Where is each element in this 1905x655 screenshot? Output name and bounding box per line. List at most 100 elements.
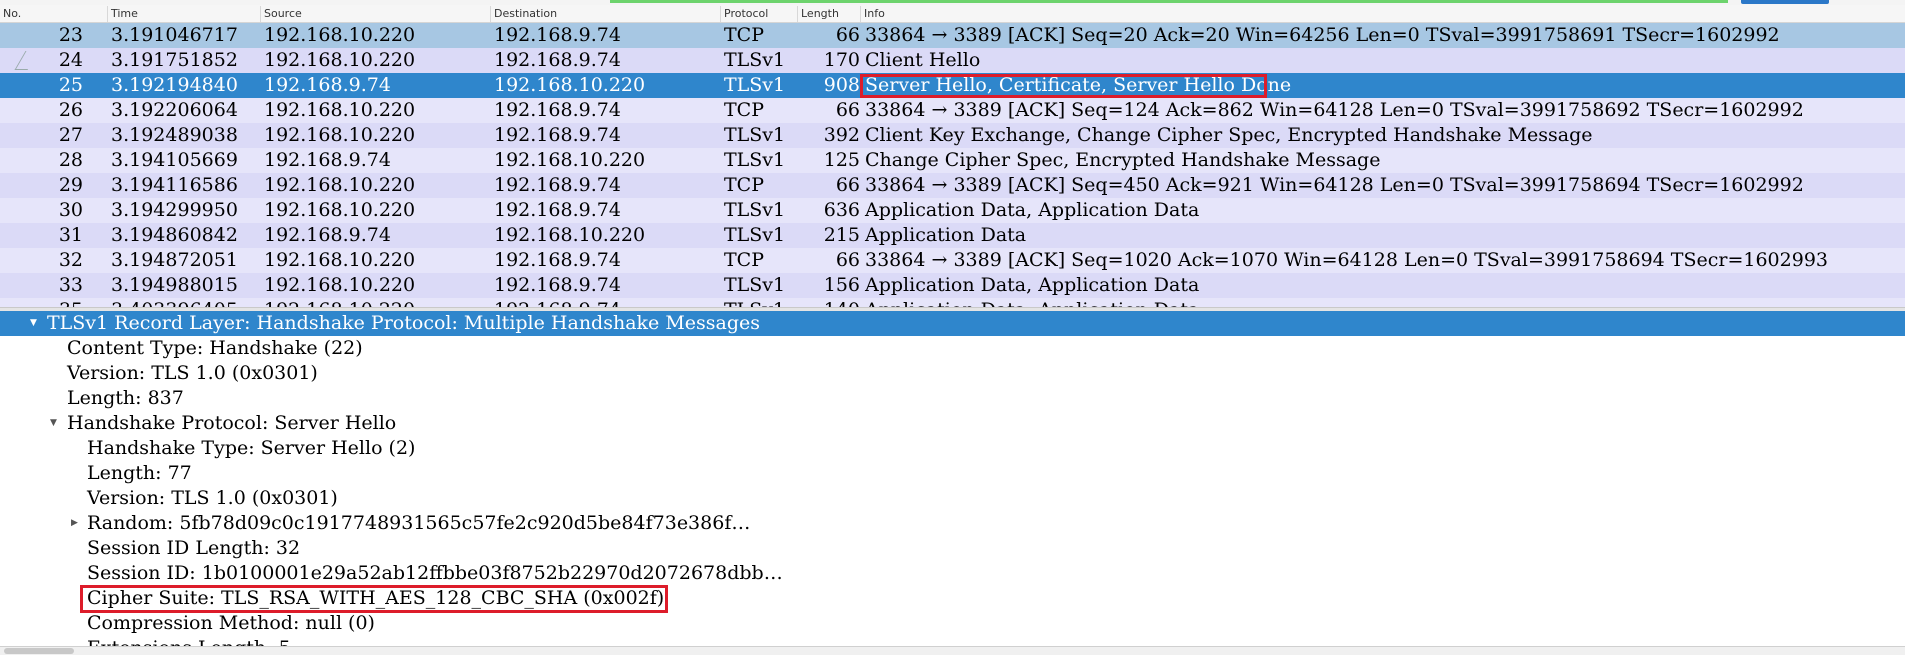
packet-length: 170 <box>823 49 860 71</box>
column-header-source[interactable]: Source <box>260 6 491 22</box>
tree-item-version[interactable]: Version: TLS 1.0 (0x0301) <box>67 361 318 386</box>
packet-destination: 192.168.9.74 <box>494 99 621 121</box>
chevron-right-icon[interactable]: ▶ <box>71 511 78 536</box>
packet-length: 66 <box>835 99 860 121</box>
packet-row[interactable]: 33 3.194988015 192.168.10.220 192.168.9.… <box>0 273 1905 298</box>
packet-info: 33864 → 3389 [ACK] Seq=124 Ack=862 Win=6… <box>865 99 1804 121</box>
packet-row[interactable]: 29 3.194116586 192.168.10.220 192.168.9.… <box>0 173 1905 198</box>
packet-no: 29 <box>58 174 83 196</box>
packet-source: 192.168.9.74 <box>264 149 391 171</box>
packet-row[interactable]: 30 3.194299950 192.168.10.220 192.168.9.… <box>0 198 1905 223</box>
packet-protocol: TLSv1 <box>724 298 785 307</box>
column-header-length[interactable]: Length <box>797 6 862 22</box>
column-header-destination[interactable]: Destination <box>490 6 721 22</box>
packet-time: 3.194116586 <box>111 174 238 196</box>
packet-destination: 192.168.10.220 <box>494 74 646 96</box>
column-header-protocol[interactable]: Protocol <box>720 6 799 22</box>
packet-no: 32 <box>58 249 83 271</box>
packet-row[interactable]: 26 3.192206064 192.168.10.220 192.168.9.… <box>0 98 1905 123</box>
packet-list-header: No. Time Source Destination Protocol Len… <box>0 5 1905 23</box>
packet-destination: 192.168.9.74 <box>494 199 621 221</box>
progress-indicator <box>610 0 1728 3</box>
tree-item-random[interactable]: ▶ Random: 5fb78d09c0c1917748931565c57fe2… <box>0 511 900 536</box>
packet-length: 66 <box>835 174 860 196</box>
packet-row[interactable]: 31 3.194860842 192.168.9.74 192.168.10.2… <box>0 223 1905 248</box>
packet-destination: 192.168.9.74 <box>494 174 621 196</box>
packet-destination: 192.168.9.74 <box>494 24 621 46</box>
packet-source: 192.168.10.220 <box>264 199 416 221</box>
packet-row[interactable]: 24 3.191751852 192.168.10.220 192.168.9.… <box>0 48 1905 73</box>
packet-source: 192.168.10.220 <box>264 24 416 46</box>
packet-time: 3.194860842 <box>111 224 238 246</box>
tree-item-label: TLSv1 Record Layer: Handshake Protocol: … <box>47 312 761 334</box>
packet-row[interactable]: 23 3.191046717 192.168.10.220 192.168.9.… <box>0 23 1905 48</box>
column-header-time[interactable]: Time <box>107 6 261 22</box>
packet-row[interactable]: 35 3.403396405 192.168.10.220 192.168.9.… <box>0 298 1905 307</box>
packet-destination: 192.168.9.74 <box>494 249 621 271</box>
packet-protocol: TLSv1 <box>724 49 786 71</box>
tree-item-content-type[interactable]: Content Type: Handshake (22) <box>67 336 363 361</box>
packet-info: Change Cipher Spec, Encrypted Handshake … <box>865 149 1381 171</box>
tree-item-handshake-type[interactable]: Handshake Type: Server Hello (2) <box>87 436 415 461</box>
packet-protocol: TLSv1 <box>724 224 786 246</box>
tree-item-label: Random: 5fb78d09c0c1917748931565c57fe2c9… <box>87 512 751 534</box>
packet-no: 27 <box>58 124 83 146</box>
tree-item-record-layer[interactable]: ▼ TLSv1 Record Layer: Handshake Protocol… <box>0 311 1905 336</box>
packet-protocol: TLSv1 <box>724 149 786 171</box>
packet-destination: 192.168.10.220 <box>494 224 646 246</box>
packet-protocol: TLSv1 <box>724 74 786 96</box>
packet-source: 192.168.10.220 <box>264 99 416 121</box>
packet-protocol: TCP <box>724 249 764 271</box>
column-header-info[interactable]: Info <box>860 6 1905 22</box>
packet-no: 24 <box>58 49 83 71</box>
packet-length: 66 <box>835 249 860 271</box>
chevron-down-icon[interactable]: ▼ <box>50 411 57 436</box>
packet-protocol: TLSv1 <box>724 274 786 296</box>
packet-no: 26 <box>58 99 83 121</box>
packet-time: 3.191751852 <box>111 49 238 71</box>
packet-row[interactable]: 27 3.192489038 192.168.10.220 192.168.9.… <box>0 123 1905 148</box>
packet-protocol: TCP <box>724 24 764 46</box>
scrollbar-thumb[interactable] <box>4 648 74 654</box>
packet-info: Application Data, Application Data <box>865 199 1200 221</box>
tree-item-session-id[interactable]: Session ID: 1b0100001e29a52ab12ffbbe03f8… <box>87 561 783 586</box>
packet-row-selected[interactable]: 25 3.192194840 192.168.9.74 192.168.10.2… <box>0 73 1905 98</box>
packet-destination: 192.168.9.74 <box>494 124 621 146</box>
packet-protocol: TCP <box>724 99 764 121</box>
packet-source: 192.168.10.220 <box>264 174 416 196</box>
packet-row[interactable]: 32 3.194872051 192.168.10.220 192.168.9.… <box>0 248 1905 273</box>
chevron-down-icon[interactable]: ▼ <box>30 311 37 336</box>
column-header-no[interactable]: No. <box>0 6 110 22</box>
tree-item-label: Handshake Protocol: Server Hello <box>67 412 397 434</box>
tree-item-session-id-length[interactable]: Session ID Length: 32 <box>87 536 300 561</box>
packet-time: 3.191046717 <box>111 24 238 46</box>
packet-source: 192.168.10.220 <box>264 124 416 146</box>
packet-length: 66 <box>835 24 860 46</box>
packet-time: 3.192489038 <box>111 124 238 146</box>
tree-item-compression-method[interactable]: Compression Method: null (0) <box>87 611 375 636</box>
packet-row[interactable]: 28 3.194105669 192.168.9.74 192.168.10.2… <box>0 148 1905 173</box>
packet-destination: 192.168.9.74 <box>494 274 621 296</box>
packet-length: 908 <box>823 74 860 96</box>
packet-info: Client Hello <box>865 49 981 71</box>
packet-info: 33864 → 3389 [ACK] Seq=1020 Ack=1070 Win… <box>865 249 1828 271</box>
highlight-box <box>80 585 668 613</box>
packet-length: 215 <box>823 224 860 246</box>
tree-item-hs-version[interactable]: Version: TLS 1.0 (0x0301) <box>87 486 338 511</box>
packet-length: 125 <box>823 149 860 171</box>
packet-no: 30 <box>58 199 83 221</box>
packet-time: 3.192206064 <box>111 99 238 121</box>
toolbar-button[interactable] <box>1741 0 1829 4</box>
packet-no: 31 <box>58 224 83 246</box>
packet-details-tree: ▼ TLSv1 Record Layer: Handshake Protocol… <box>0 311 1905 647</box>
packet-source: 192.168.10.220 <box>264 249 416 271</box>
packet-length: 392 <box>823 124 860 146</box>
packet-time: 3.194872051 <box>111 249 238 271</box>
packet-source: 192.168.10.220 <box>264 274 416 296</box>
tree-item-handshake-protocol[interactable]: ▼ Handshake Protocol: Server Hello <box>0 411 900 436</box>
packet-time: 3.194988015 <box>111 274 238 296</box>
packet-time: 3.194105669 <box>111 149 238 171</box>
packet-protocol: TLSv1 <box>724 199 786 221</box>
tree-item-length[interactable]: Length: 837 <box>67 386 184 411</box>
tree-item-hs-length[interactable]: Length: 77 <box>87 461 192 486</box>
